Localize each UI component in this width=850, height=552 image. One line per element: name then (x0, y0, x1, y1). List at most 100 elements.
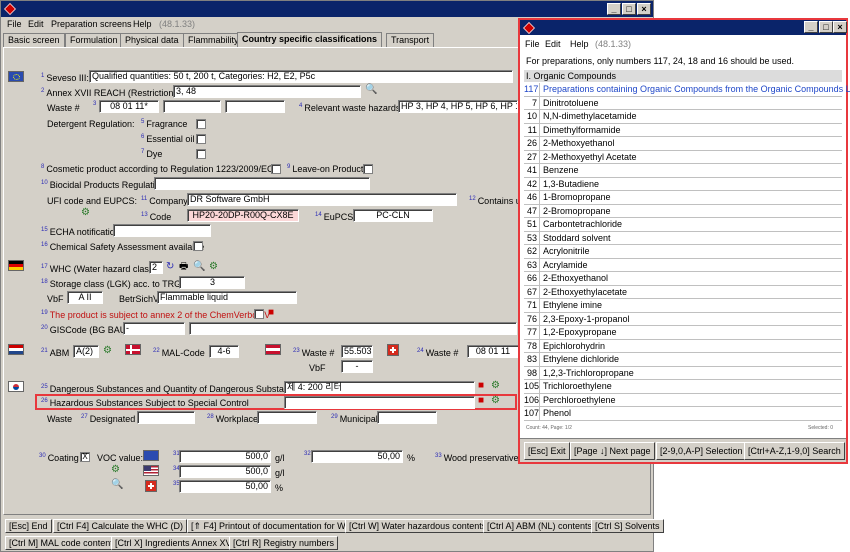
menu-help[interactable]: Help (133, 19, 152, 29)
exit-button[interactable]: [Esc] Exit (524, 442, 570, 460)
list-item[interactable]: 67 2-Ethoxyethylacetate (524, 285, 842, 299)
selection-button[interactable]: [2-9,0,A-P] Selection (656, 442, 747, 460)
main-titlebar[interactable]: _ □ × (1, 1, 653, 17)
ingredients-annex-button[interactable]: [Ctrl X] Ingredients Annex XVII (111, 536, 241, 550)
designated-field[interactable] (137, 411, 195, 424)
search-icon[interactable]: 🔍 (111, 480, 123, 490)
eupcs-field[interactable]: PC-CLN (353, 209, 433, 222)
list-item[interactable]: 71 Ethylene imine (524, 299, 842, 313)
popup-menu-file[interactable]: File (525, 39, 540, 49)
dangerous-substances-field[interactable]: 제 4: 200 리터 (284, 381, 475, 394)
list-item[interactable]: 42 1,3-Butadiene (524, 177, 842, 191)
waste24-field[interactable]: 08 01 11 (467, 345, 519, 358)
municipal-field[interactable] (377, 411, 437, 424)
tab-country-specific[interactable]: Country specific classifications (237, 32, 383, 47)
waste-field-3[interactable] (225, 100, 285, 113)
registry-numbers-button[interactable]: [Ctrl R] Registry numbers (229, 536, 339, 550)
whc-field[interactable]: 2 (149, 261, 163, 274)
vbf-field[interactable]: A II (67, 291, 103, 304)
abm-field[interactable]: A(2) (73, 345, 99, 358)
menu-preparation-screens[interactable]: Preparation screens (51, 19, 132, 29)
relevant-waste-field[interactable]: HP 3, HP 4, HP 5, HP 6, HP 10, (398, 100, 518, 113)
link-icon[interactable]: ⚙ (491, 396, 500, 406)
list-item[interactable]: 66 2-Ethoxyethanol (524, 272, 842, 286)
essential-oil-checkbox[interactable] (196, 134, 206, 144)
list-item[interactable]: 77 1,2-Epoxypropane (524, 326, 842, 340)
menu-file[interactable]: File (7, 19, 22, 29)
giscode-desc-field[interactable] (189, 322, 517, 335)
hazardous-special-field[interactable] (284, 396, 475, 409)
end-button[interactable]: [Esc] End (5, 519, 52, 533)
water-hazardous-button[interactable]: [Ctrl W] Water hazardous contents (345, 519, 491, 533)
list-item[interactable]: 51 Carbontetrachloride (524, 218, 842, 232)
workplace-field[interactable] (257, 411, 317, 424)
giscode-field[interactable]: - (123, 322, 185, 335)
voc-percent-eu-field[interactable]: 50,00 (311, 450, 403, 463)
list-item[interactable]: 41 Benzene (524, 164, 842, 178)
tab-physical-data[interactable]: Physical data (120, 33, 184, 47)
voc-gl-eu-field[interactable]: 500,0 (179, 450, 271, 463)
print-icon[interactable]: 🖶 (179, 262, 188, 272)
tab-flammability[interactable]: Flammability (183, 33, 244, 47)
mal-code-contents-button[interactable]: [Ctrl M] MAL code contents (5, 536, 122, 550)
close-icon[interactable]: × (637, 3, 651, 15)
popup-menu-help[interactable]: Help (570, 39, 589, 49)
list-item[interactable]: 117 Preparations containing Organic Compo… (524, 83, 850, 97)
link-icon[interactable]: ⚙ (111, 465, 120, 475)
list-item[interactable]: 98 1,2,3-Trichloropropane (524, 366, 842, 380)
chemverbots-checkbox[interactable] (254, 309, 264, 319)
annex-field[interactable]: 3, 48 (173, 85, 361, 98)
list-item[interactable]: 11 Dimethylformamide (524, 123, 842, 137)
list-item[interactable]: 10 N,N-dimethylacetamide (524, 110, 842, 124)
seveso-field[interactable]: Qualified quantities: 50 t, 200 t, Categ… (89, 70, 513, 83)
solvents-button[interactable]: [Ctrl S] Solvents (591, 519, 664, 533)
list-item[interactable]: 78 Epichlorohydrin (524, 339, 842, 353)
maximize-icon[interactable]: □ (622, 3, 636, 15)
list-item[interactable]: 107 Phenol (524, 407, 842, 421)
printout-whc-button[interactable]: [⇑ F4] Printout of documentation for WHC (187, 519, 363, 533)
abm-contents-button[interactable]: [Ctrl A] ABM (NL) contents (483, 519, 597, 533)
menu-edit[interactable]: Edit (28, 19, 44, 29)
echa-field[interactable] (113, 224, 211, 237)
dye-checkbox[interactable] (196, 149, 206, 159)
link-icon[interactable]: ⚙ (81, 208, 90, 218)
cosmetic-checkbox[interactable] (271, 164, 281, 174)
waste23-field[interactable]: 55.503 (341, 345, 373, 358)
next-page-button[interactable]: [Page ↓] Next page (570, 442, 655, 460)
search-icon[interactable]: 🔍 (193, 262, 205, 272)
list-item[interactable]: 46 1-Bromopropane (524, 191, 842, 205)
company-field[interactable]: DR Software GmbH (187, 193, 457, 206)
list-item[interactable]: 83 Ethylene dichloride (524, 353, 842, 367)
refresh-icon[interactable]: ↻ (166, 262, 174, 272)
vbf-ch-field[interactable]: - (341, 360, 373, 373)
search-icon[interactable]: 🔍 (365, 85, 377, 95)
book-icon[interactable]: ■ (268, 308, 274, 318)
book-icon[interactable]: ■ (478, 381, 484, 391)
betrsichv-field[interactable]: Flammable liquid (157, 291, 297, 304)
biocidal-field[interactable] (154, 177, 370, 190)
leave-on-checkbox[interactable] (363, 164, 373, 174)
list-item[interactable]: 26 2-Methoxyethanol (524, 137, 842, 151)
book-icon[interactable]: ■ (478, 396, 484, 406)
tab-basic-screen[interactable]: Basic screen (3, 33, 65, 47)
ufi-code-field[interactable]: HP20-20DP-R00Q-CX8E (187, 209, 299, 222)
list-item[interactable]: 63 Acrylamide (524, 258, 842, 272)
popup-titlebar[interactable]: _ □ × (520, 20, 847, 35)
voc-percent-ch-field[interactable]: 50,00 (179, 480, 271, 493)
calculate-whc-button[interactable]: [Ctrl F4] Calculate the WHC (D) (53, 519, 188, 533)
popup-menu-edit[interactable]: Edit (545, 39, 561, 49)
list-item[interactable]: 105 Trichloroethylene (524, 380, 842, 394)
maximize-icon[interactable]: □ (819, 21, 833, 33)
list-item[interactable]: 76 2,3-Epoxy-1-propanol (524, 312, 842, 326)
list-item[interactable]: 62 Acrylonitrile (524, 245, 842, 259)
tab-transport[interactable]: Transport (386, 33, 435, 47)
list-item[interactable]: 106 Perchloroethylene (524, 393, 842, 407)
mal-code-field[interactable]: 4-6 (209, 345, 239, 358)
minimize-icon[interactable]: _ (804, 21, 818, 33)
link-icon[interactable]: ⚙ (103, 346, 112, 356)
csa-checkbox[interactable] (193, 241, 203, 251)
tab-formulation[interactable]: Formulation (65, 33, 123, 47)
list-item[interactable]: 7 Dinitrotoluene (524, 96, 842, 110)
fragrance-checkbox[interactable] (196, 119, 206, 129)
link-icon[interactable]: ⚙ (491, 381, 500, 391)
